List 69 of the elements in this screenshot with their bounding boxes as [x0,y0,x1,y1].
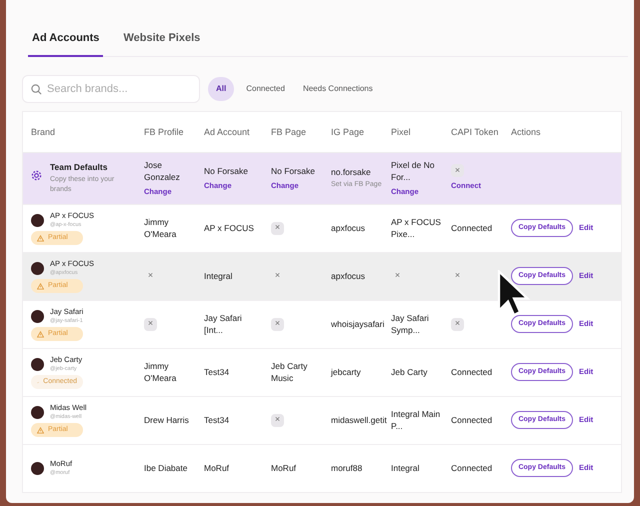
search-icon [31,84,42,94]
column-header: Brand [30,126,56,138]
cell-text: apxfocus [331,222,366,234]
cell-text: whoisjaysafari [331,318,384,330]
column-header: Pixel [391,126,412,138]
column-header: FB Page [271,126,308,138]
avatar [31,406,44,418]
avatar [31,262,44,274]
empty-marker: × [274,270,282,282]
empty-marker: × [271,318,284,330]
empty-marker: × [451,164,464,178]
cell-text: Jeb Carty Music [271,360,308,384]
empty-marker: × [271,414,284,426]
cell-text: Connected [451,222,492,234]
cell-text: Drew Harris [144,414,189,426]
warning-icon [37,234,44,242]
column-header: Actions [511,126,542,138]
cell-text: Jay Safari Symp... [391,312,430,336]
avatar [31,214,44,226]
empty-marker: × [454,270,462,282]
empty-marker: × [146,270,154,282]
cell-text: Jimmy O'Meara [144,360,178,384]
avatar [31,462,44,474]
cell-text: Connected [451,366,492,378]
avatar [31,310,44,322]
cell-text: Jeb Carty [391,366,428,378]
cell-text: AP x FOCUS Pixe... [391,216,442,240]
search-field[interactable]: Search brands... [22,74,200,102]
column-header: IG Page [331,126,366,138]
warning-icon [37,330,44,338]
cell-text: Integral [391,462,420,474]
empty-marker: × [144,318,157,330]
cell-text: No Forsake [271,164,315,177]
cell-text: Jimmy O'Meara [144,216,178,240]
cell-text: Jay Safari [Int... [204,312,243,336]
cell-text: MoRuf [204,462,230,474]
empty-marker: × [271,222,284,234]
warning-icon [37,282,44,290]
cell-text: Jose Gonzalez [144,158,181,183]
cell-text: Test34 [204,414,230,426]
empty-marker: × [451,318,464,330]
defaults-title: Team Defaults [50,160,108,174]
cell-text: Pixel de No For... [391,158,436,183]
column-header: FB Profile [144,126,185,138]
cell-text: Connected [451,462,492,474]
cell-text: Integral Main P... [391,408,442,432]
filter-chip[interactable]: Connected [240,76,291,100]
cell-text: jebcarty [331,366,361,378]
tab[interactable]: Ad Accounts [28,30,104,56]
cell-text: Test34 [204,366,230,378]
column-header: Ad Account [204,126,251,138]
cell-text: apxfocus [331,270,366,282]
empty-marker: × [394,270,402,282]
cell-text: midaswell.getit [331,414,387,426]
column-header: CAPI Token [451,126,500,138]
cell-text: Integral [204,270,232,282]
cell-text: AP x FOCUS [204,222,254,234]
gear-icon [31,170,42,181]
cell-text: No Forsake [204,164,248,177]
cell-text: Ibe Diabate [144,462,188,474]
filter-chip[interactable]: Needs Connections [296,76,379,100]
tab[interactable]: Website Pixels [119,30,204,56]
avatar [31,358,44,370]
cell-text: Connected [451,414,492,426]
cell-text: no.forsake [331,166,371,178]
cell-text: MoRuf [271,462,296,474]
warning-icon [37,426,44,434]
filter-chip[interactable]: All [208,76,234,100]
cell-text: moruf88 [331,462,362,474]
